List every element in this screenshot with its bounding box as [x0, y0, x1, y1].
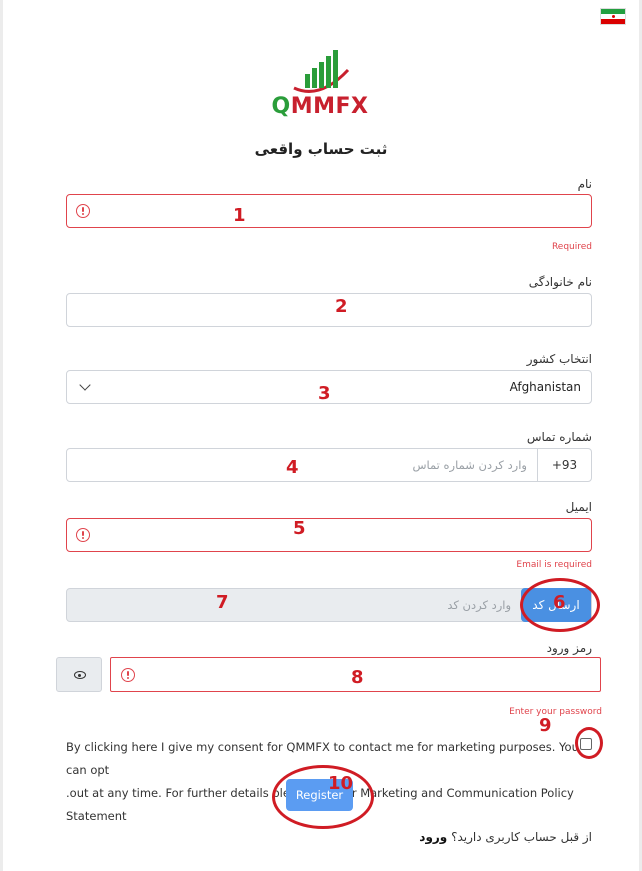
first-name-error: Required [551, 242, 592, 252]
password-row [56, 657, 601, 692]
phone-country-code[interactable]: +93 [537, 449, 591, 481]
code-placeholder: وارد کردن کد [447, 598, 511, 612]
annotation-3: 3 [318, 383, 331, 404]
show-password-button[interactable] [56, 657, 102, 692]
country-value: Afghanistan [509, 380, 581, 394]
annotation-1: 1 [233, 205, 246, 226]
first-name-label: نام [577, 177, 592, 191]
annotation-5: 5 [293, 518, 306, 539]
brand-logo: QMMFX [270, 48, 370, 120]
error-icon [76, 528, 90, 542]
annotation-circle-10 [272, 765, 374, 829]
annotation-4: 4 [286, 457, 299, 478]
phone-label: شماره تماس [526, 430, 592, 444]
country-label: انتخاب کشور [526, 352, 592, 366]
password-error: Enter your password [509, 707, 602, 717]
phone-placeholder: وارد کردن شماره تماس [412, 458, 527, 472]
eye-icon [74, 671, 86, 679]
error-icon [76, 204, 90, 218]
annotation-8: 8 [351, 667, 364, 688]
email-label: ایمیل [565, 500, 592, 514]
first-name-input[interactable] [66, 194, 592, 228]
login-prompt: از قبل حساب کاربری دارید؟ ورود [419, 830, 592, 844]
annotation-circle-6 [520, 578, 600, 632]
annotation-2: 2 [335, 296, 348, 317]
annotation-circle-9 [575, 727, 603, 759]
last-name-input[interactable] [66, 293, 592, 327]
page-title: ثبت حساب واقعی [254, 140, 388, 158]
iran-flag-icon[interactable] [600, 8, 626, 25]
password-label: رمز ورود [546, 641, 592, 655]
annotation-9: 9 [539, 715, 552, 736]
chevron-down-icon [79, 379, 91, 391]
error-icon [121, 668, 135, 682]
phone-input[interactable]: وارد کردن شماره تماس +93 [66, 448, 592, 482]
verification-code-input[interactable]: وارد کردن کد ارسال کد [66, 588, 592, 622]
chart-logo-icon [293, 50, 350, 93]
login-prompt-text: از قبل حساب کاربری دارید؟ [451, 830, 592, 844]
brand-name: QMMFX [271, 94, 369, 119]
login-link[interactable]: ورود [419, 830, 447, 844]
email-error: Email is required [516, 560, 592, 570]
email-input[interactable] [66, 518, 592, 552]
frame-left-border [0, 0, 3, 871]
annotation-7: 7 [216, 592, 229, 613]
last-name-label: نام خانوادگی [528, 275, 592, 289]
